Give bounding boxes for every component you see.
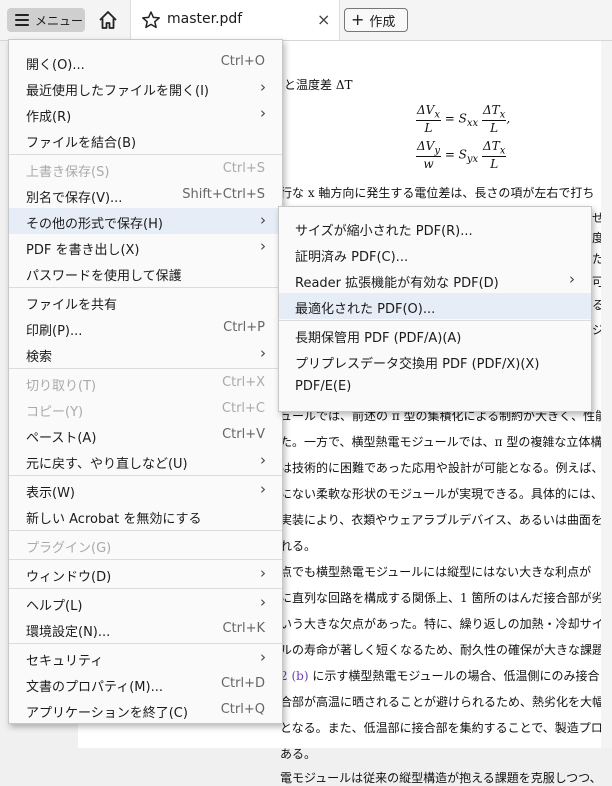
menu-item-save-as-other[interactable]: その他の形式で保存(H) ›	[9, 208, 282, 234]
menu-divider	[9, 588, 282, 589]
chevron-right-icon: ›	[260, 593, 266, 611]
save-as-other-submenu: サイズが縮小された PDF(R)... 証明済み PDF(C)... Reade…	[278, 206, 592, 412]
chevron-right-icon: ›	[569, 270, 575, 288]
menu-divider	[9, 287, 282, 288]
home-icon[interactable]	[97, 9, 119, 31]
doc-line: と温度差 ΔT	[284, 78, 353, 92]
doc-line: た。一方で、横型熱電モジュールでは、π 型の複雑な立体構	[280, 435, 603, 449]
chevron-right-icon: ›	[260, 104, 266, 122]
hamburger-icon	[15, 14, 29, 26]
star-icon[interactable]	[141, 10, 161, 30]
submenu-item-optimized-pdf[interactable]: 最適化された PDF(O)...	[279, 293, 591, 319]
doc-line: 電モジュールは従来の縦型構造が抱える課題を克服しつつ、	[280, 771, 602, 785]
main-menu: 開く(O)... Ctrl+O 最近使用したファイルを開く(I) › 作成(R) › …	[8, 39, 283, 724]
menu-button-label: メニュー	[35, 13, 84, 28]
close-icon[interactable]: ×	[317, 10, 330, 29]
doc-line: となる。また、低温部に接合部を集約することで、製造プロ	[280, 721, 603, 735]
menu-button[interactable]: メニュー	[7, 8, 85, 32]
menu-item-paste[interactable]: ペースト(A) Ctrl+V	[9, 422, 282, 448]
doc-line-text: に示す横型熱電モジュールの場合、低温側にのみ接合	[312, 669, 600, 683]
chevron-right-icon: ›	[260, 451, 266, 469]
tab-master-pdf[interactable]: master.pdf ×	[130, 0, 340, 40]
chevron-right-icon: ›	[260, 237, 266, 255]
doc-line: いう大きな欠点があった。特に、繰り返しの加熱・冷却サイ	[280, 617, 604, 631]
doc-line: 実装により、衣類やウェアラブルデバイス、あるいは曲面を	[280, 513, 603, 527]
doc-line: 合部が高温に晒されることが避けられるため、熱劣化を大幅	[280, 695, 605, 709]
menu-item-security[interactable]: セキュリティ ›	[9, 645, 282, 671]
doc-line: 2 (b) に示す横型熱電モジュールの場合、低温側にのみ接合	[280, 667, 600, 684]
submenu-item-reader-extended-pdf[interactable]: Reader 拡張機能が有効な PDF(D) ›	[279, 267, 591, 293]
doc-line: は技術的に困難であった応用や設計が可能となる。例えば、	[280, 461, 604, 475]
menu-divider	[9, 530, 282, 531]
doc-line: 行な x 軸方向に発生する電位差は、長さの項が左右で打ち	[280, 186, 595, 200]
chevron-right-icon: ›	[260, 648, 266, 666]
menu-divider	[9, 368, 282, 369]
chevron-right-icon: ›	[260, 480, 266, 498]
doc-line: に直列な回路を構成する関係上、1 箇所のはんだ接合部が劣	[280, 591, 604, 605]
top-toolbar: メニュー master.pdf × + 作成	[0, 0, 612, 41]
menu-divider	[9, 475, 282, 476]
menu-divider	[9, 643, 282, 644]
doc-line: ルの寿命が著しく短くなるため、耐久性の確保が大きな課題	[280, 643, 605, 657]
equation-vx: ΔVx L = Sxx ΔTx L,	[416, 103, 511, 136]
submenu-item-certified-pdf[interactable]: 証明済み PDF(C)...	[279, 241, 591, 267]
submenu-item-reduced-size-pdf[interactable]: サイズが縮小された PDF(R)...	[279, 215, 591, 241]
tab-title: master.pdf	[167, 11, 243, 27]
menu-item-preferences[interactable]: 環境設定(N)... Ctrl+K	[9, 616, 282, 642]
menu-item-print[interactable]: 印刷(P)... Ctrl+P	[9, 315, 282, 341]
equation-vy: ΔVy w = Syx ΔTx L	[416, 139, 507, 172]
menu-item-cut: 切り取り(T) Ctrl+X	[26, 375, 265, 394]
menu-item-undo-redo[interactable]: 元に戻す、やり直しなど(U) ›	[9, 448, 282, 474]
menu-item-exit-application[interactable]: アプリケーションを終了(C) Ctrl+Q	[9, 697, 282, 723]
menu-item-protect-password[interactable]: パスワードを使用して保護	[9, 260, 282, 286]
chevron-right-icon: ›	[260, 211, 266, 229]
menu-item-share-file[interactable]: ファイルを共有	[9, 289, 282, 315]
menu-item-help[interactable]: ヘルプ(L) ›	[9, 590, 282, 616]
submenu-item-pdf-x[interactable]: プリプレスデータ交換用 PDF (PDF/X)(X)	[279, 348, 591, 374]
doc-line: れる。	[280, 539, 317, 553]
menu-item-copy: コピー(Y) Ctrl+C	[26, 401, 265, 420]
figure-reference-link[interactable]: 2 (b)	[280, 669, 309, 683]
menu-item-view[interactable]: 表示(W) ›	[9, 477, 282, 503]
menu-item-disable-new-acrobat[interactable]: 新しい Acrobat を無効にする	[9, 503, 282, 529]
chevron-right-icon: ›	[260, 564, 266, 582]
menu-divider	[9, 559, 282, 560]
menu-item-search[interactable]: 検索 ›	[9, 341, 282, 367]
chevron-right-icon: ›	[260, 344, 266, 362]
chevron-right-icon: ›	[260, 78, 266, 96]
menu-item-plugins: プラグイン(G)	[26, 541, 112, 556]
menu-divider	[9, 154, 282, 155]
submenu-item-pdf-a[interactable]: 長期保管用 PDF (PDF/A)(A)	[279, 322, 591, 348]
menu-item-save-as[interactable]: 別名で保存(V)... Shift+Ctrl+S	[9, 182, 282, 208]
menu-item-combine-files[interactable]: ファイルを結合(B)	[9, 127, 282, 153]
menu-divider	[279, 320, 591, 321]
menu-item-document-properties[interactable]: 文書のプロパティ(M)... Ctrl+D	[9, 671, 282, 697]
vertical-scrollbar[interactable]	[601, 41, 612, 748]
menu-item-window[interactable]: ウィンドウ(D) ›	[9, 561, 282, 587]
menu-item-create[interactable]: 作成(R) ›	[9, 101, 282, 127]
doc-line: にない柔軟な形状のモジュールが実現できる。具体的には、	[280, 487, 603, 501]
plus-icon: +	[351, 10, 365, 29]
create-button[interactable]: + 作成	[344, 8, 408, 32]
submenu-item-pdf-e[interactable]: PDF/E(E)	[279, 374, 591, 400]
menu-item-open[interactable]: 開く(O)... Ctrl+O	[9, 49, 282, 75]
menu-item-save: 上書き保存(S) Ctrl+S	[26, 161, 265, 180]
doc-line: 点でも横型熱電モジュールには縦型にはない大きな利点が	[280, 565, 592, 579]
menu-item-export-pdf[interactable]: PDF を書き出し(X) ›	[9, 234, 282, 260]
menu-item-recent-files[interactable]: 最近使用したファイルを開く(I) ›	[9, 75, 282, 101]
create-button-label: 作成	[369, 14, 396, 30]
